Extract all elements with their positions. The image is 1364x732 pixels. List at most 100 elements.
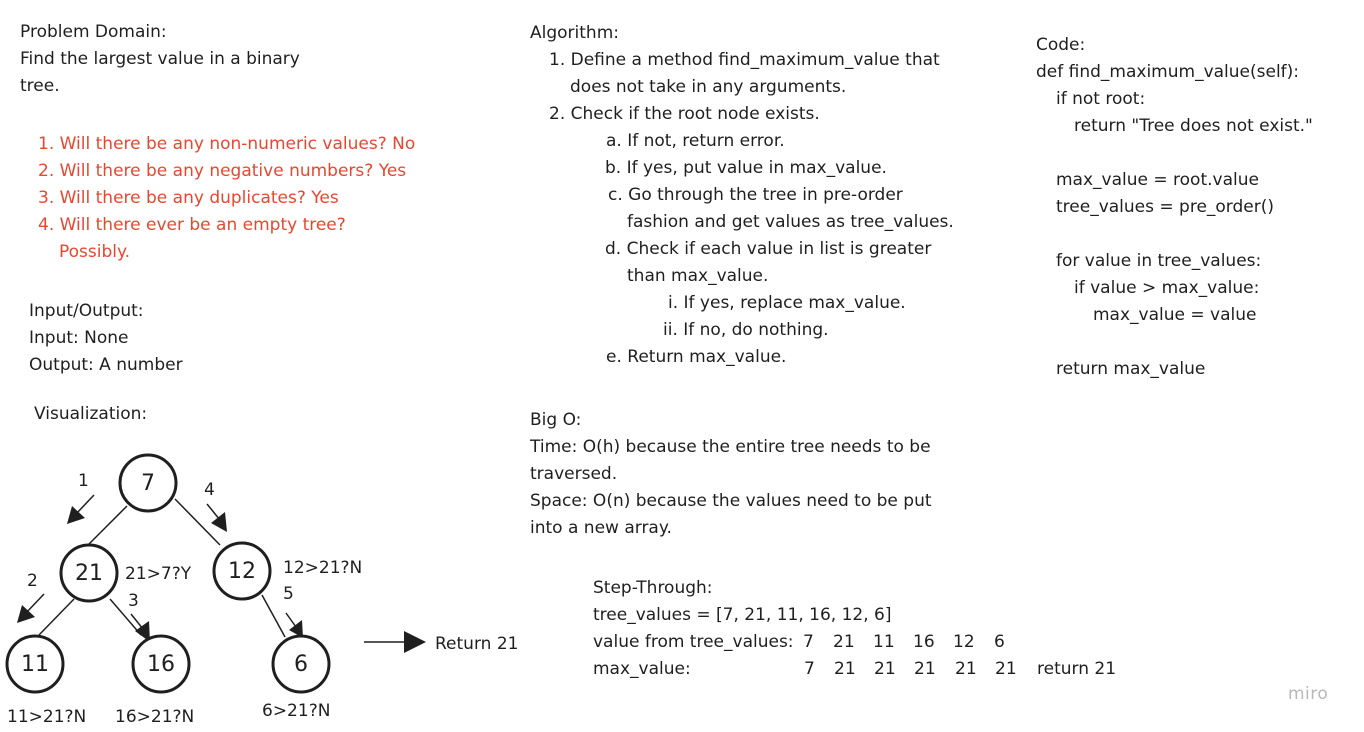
edge-7-21 bbox=[87, 505, 128, 546]
io-input: Input: None bbox=[29, 328, 129, 348]
step-through-tree-values: tree_values = [7, 21, 11, 16, 12, 6] bbox=[593, 605, 892, 625]
big-o-time-cont: traversed. bbox=[530, 464, 618, 484]
algorithm-substep: d. Check if each value in list is greate… bbox=[605, 239, 932, 259]
input-output-block: Input/Output: Input: None Output: A numb… bbox=[29, 298, 183, 379]
step-through-value: 16 bbox=[913, 632, 935, 652]
edge-12-6 bbox=[261, 594, 286, 638]
step-through-max: 21 bbox=[834, 659, 856, 679]
questions-list: 1. Will there be any non-numeric values?… bbox=[38, 131, 415, 266]
step-arrow-1 bbox=[75, 494, 95, 515]
algorithm-step: 1. Define a method find_maximum_value th… bbox=[549, 50, 940, 70]
step-through-max: 7 bbox=[804, 659, 815, 679]
step-through-value: 7 bbox=[803, 632, 814, 652]
question-item: 1. Will there be any non-numeric values?… bbox=[38, 134, 416, 154]
arrowhead-1 bbox=[67, 506, 85, 524]
algorithm-block: Algorithm: 1. Define a method find_maxim… bbox=[530, 20, 954, 371]
tree-node-root: 7 bbox=[118, 453, 178, 513]
big-o-space: Space: O(n) because the values need to b… bbox=[530, 491, 932, 511]
problem-description-line-1: Find the largest value in a binary bbox=[20, 49, 300, 69]
step-through-row-label: max_value: bbox=[593, 659, 691, 679]
step-through-max-row: max_value: 7 21 21 21 21 21 return 21 bbox=[593, 656, 1153, 683]
big-o-block: Big O: Time: O(h) because the entire tre… bbox=[530, 407, 932, 542]
question-item-continuation: Possibly. bbox=[59, 242, 131, 262]
code-line: tree_values = pre_order() bbox=[1056, 197, 1275, 217]
question-item: 3. Will there be any duplicates? Yes bbox=[38, 188, 339, 208]
result-label: Return 21 bbox=[435, 634, 518, 654]
step-through-row-label: value from tree_values: bbox=[593, 632, 794, 652]
algorithm-substep: b. If yes, put value in max_value. bbox=[605, 158, 887, 178]
step-through-value: 21 bbox=[833, 632, 855, 652]
code-line: max_value = value bbox=[1093, 305, 1257, 325]
tree-node-value: 16 bbox=[147, 652, 175, 677]
tree-node-value: 11 bbox=[21, 652, 49, 677]
visualization-heading: Visualization: bbox=[34, 404, 148, 424]
io-output: Output: A number bbox=[29, 355, 183, 375]
tree-node-value: 6 bbox=[294, 652, 308, 677]
problem-domain-heading: Problem Domain: bbox=[20, 22, 167, 42]
step-label-1: 1 bbox=[78, 471, 89, 491]
algorithm-subsubstep: i. If yes, replace max_value. bbox=[668, 293, 906, 313]
step-through-max: 21 bbox=[995, 659, 1017, 679]
big-o-heading: Big O: bbox=[530, 410, 582, 430]
compare-label-12: 12>21?N bbox=[283, 558, 362, 578]
step-through-value: 12 bbox=[953, 632, 975, 652]
step-label-5: 5 bbox=[283, 584, 294, 604]
step-label-4: 4 bbox=[204, 480, 215, 500]
step-through-max: 21 bbox=[955, 659, 977, 679]
tree-node-left-right: 16 bbox=[131, 634, 191, 694]
code-line: for value in tree_values: bbox=[1056, 251, 1262, 271]
big-o-space-cont: into a new array. bbox=[530, 518, 672, 538]
algorithm-step: 2. Check if the root node exists. bbox=[549, 104, 820, 124]
code-line: if value > max_value: bbox=[1074, 278, 1260, 298]
io-heading: Input/Output: bbox=[29, 301, 144, 321]
compare-label-6: 6>21?N bbox=[262, 701, 330, 721]
step-label-2: 2 bbox=[27, 571, 38, 591]
result-arrowhead bbox=[404, 631, 426, 653]
code-line: return max_value bbox=[1056, 359, 1206, 379]
algorithm-substep: e. Return max_value. bbox=[606, 347, 787, 367]
algorithm-step: does not take in any arguments. bbox=[570, 77, 847, 97]
tree-node-value: 7 bbox=[141, 471, 155, 496]
step-arrow-5 bbox=[285, 612, 297, 628]
step-through-max: 21 bbox=[914, 659, 936, 679]
edge-21-11 bbox=[38, 598, 75, 636]
code-line: def find_maximum_value(self): bbox=[1036, 62, 1300, 82]
arrowhead-2 bbox=[17, 605, 35, 623]
algorithm-heading: Algorithm: bbox=[530, 23, 619, 43]
algorithm-substep: a. If not, return error. bbox=[606, 131, 785, 151]
step-through-block: Step-Through: tree_values = [7, 21, 11, … bbox=[593, 575, 892, 629]
step-through-values-row: value from tree_values: 7 21 11 16 12 6 bbox=[593, 629, 1153, 656]
step-through-return: return 21 bbox=[1037, 659, 1117, 679]
problem-description-line-2: tree. bbox=[20, 76, 60, 96]
question-item: 4. Will there ever be an empty tree? bbox=[38, 215, 346, 235]
step-through-heading: Step-Through: bbox=[593, 578, 713, 598]
tree-node-left-left: 11 bbox=[5, 634, 65, 694]
compare-label-16: 16>21?N bbox=[115, 707, 194, 727]
compare-label-11: 11>21?N bbox=[7, 707, 86, 727]
tree-node-right: 12 bbox=[212, 541, 272, 601]
tree-node-left: 21 bbox=[59, 543, 119, 603]
code-line: return "Tree does not exist." bbox=[1074, 116, 1313, 136]
tree-node-value: 12 bbox=[228, 559, 256, 584]
algorithm-substep: than max_value. bbox=[627, 266, 769, 286]
tree-node-right-right: 6 bbox=[271, 634, 331, 694]
code-line: max_value = root.value bbox=[1056, 170, 1259, 190]
arrowhead-4 bbox=[211, 512, 227, 532]
algorithm-substep: fashion and get values as tree_values. bbox=[627, 212, 954, 232]
big-o-time: Time: O(h) because the entire tree needs… bbox=[530, 437, 931, 457]
tree-node-value: 21 bbox=[75, 561, 103, 586]
problem-domain-block: Problem Domain: Find the largest value i… bbox=[20, 19, 300, 100]
step-through-max: 21 bbox=[874, 659, 896, 679]
step-through-value: 11 bbox=[873, 632, 895, 652]
code-block: Code: def find_maximum_value(self): if n… bbox=[1036, 32, 1313, 383]
compare-label-21: 21>7?Y bbox=[125, 564, 192, 584]
tree-diagram: 7 21 12 11 16 6 1 4 2 3 5 21>7?Y 12>21?N… bbox=[5, 453, 518, 727]
algorithm-subsubstep: ii. If no, do nothing. bbox=[663, 320, 829, 340]
step-label-3: 3 bbox=[128, 591, 139, 611]
code-heading: Code: bbox=[1036, 35, 1086, 55]
code-line: if not root: bbox=[1056, 89, 1146, 109]
question-item: 2. Will there be any negative numbers? Y… bbox=[38, 161, 407, 181]
